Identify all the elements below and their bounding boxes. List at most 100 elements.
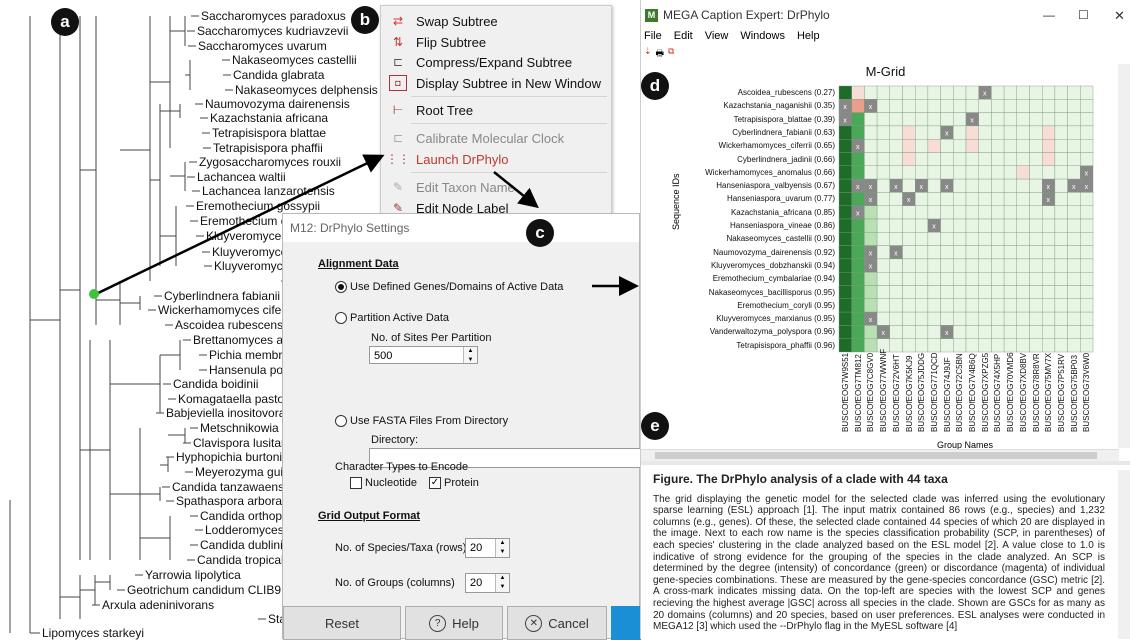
grid-cell[interactable]: [1054, 298, 1068, 313]
grid-cell[interactable]: [1016, 298, 1030, 313]
grid-cell[interactable]: [864, 138, 878, 153]
grid-cell[interactable]: [965, 232, 979, 246]
grid-cell[interactable]: [927, 311, 941, 326]
grid-cell[interactable]: [838, 298, 852, 313]
grid-cell[interactable]: [1054, 272, 1068, 286]
taxon-label[interactable]: Arxula adeninivorans: [102, 598, 214, 612]
grid-cell[interactable]: [889, 218, 903, 233]
grid-cell[interactable]: [876, 178, 891, 193]
grid-cell[interactable]: [927, 178, 941, 193]
grid-cell[interactable]: [876, 99, 891, 113]
menu-item-calibrate-clock[interactable]: ⊏ Calibrate Molecular Clock: [381, 128, 611, 148]
grid-cell[interactable]: [1080, 205, 1094, 220]
grid-cell[interactable]: [1042, 205, 1056, 220]
grid-cell[interactable]: [1003, 218, 1018, 233]
grid-cell[interactable]: [902, 325, 916, 339]
taxon-label[interactable]: Yarrowia lipolytica: [145, 568, 241, 582]
grid-cell[interactable]: [927, 258, 941, 273]
grid-cell[interactable]: [1029, 285, 1043, 300]
grid-cell[interactable]: [1067, 285, 1081, 300]
grid-cell[interactable]: [1080, 232, 1094, 246]
grid-cell[interactable]: [889, 85, 903, 100]
taxon-label[interactable]: Tetrapisispora phaffii: [213, 141, 323, 155]
grid-cell[interactable]: [889, 152, 903, 167]
grid-cell[interactable]: [1003, 325, 1018, 339]
grid-cell[interactable]: [991, 285, 1005, 300]
grid-cell[interactable]: [902, 338, 916, 353]
grid-cell[interactable]: [902, 285, 916, 300]
grid-cell[interactable]: [864, 325, 878, 339]
grid-cell[interactable]: [902, 99, 916, 113]
grid-cell[interactable]: [889, 272, 903, 286]
grid-cell[interactable]: [902, 218, 916, 233]
grid-cell[interactable]: [940, 298, 954, 313]
horizontal-scrollbar[interactable]: [641, 449, 1119, 461]
grid-cell[interactable]: [1029, 298, 1043, 313]
grid-cell[interactable]: [991, 325, 1005, 339]
caption-scrollbar[interactable]: [1118, 470, 1130, 639]
grid-cell[interactable]: [876, 125, 891, 140]
grid-cell[interactable]: [978, 99, 992, 113]
grid-cell[interactable]: [1067, 272, 1081, 286]
grid-cell[interactable]: [965, 125, 979, 140]
grid-cell[interactable]: [889, 258, 903, 273]
grid-cell[interactable]: [864, 152, 878, 167]
grid-cell[interactable]: [1054, 245, 1068, 260]
grid-cell[interactable]: [851, 152, 865, 167]
grid-cell[interactable]: [1003, 285, 1018, 300]
grid-cell[interactable]: [991, 192, 1005, 206]
grid-cell[interactable]: [915, 99, 929, 113]
grid-cell[interactable]: [838, 138, 852, 153]
grid-cell[interactable]: [915, 85, 929, 100]
grid-cell[interactable]: [902, 112, 916, 127]
grid-cell[interactable]: [1003, 298, 1018, 313]
grid-cell[interactable]: [1054, 125, 1068, 140]
grid-cell[interactable]: [838, 245, 852, 260]
menu-item-swap-subtree[interactable]: ⇄ Swap Subtree: [381, 11, 611, 31]
grid-cell[interactable]: [940, 152, 954, 167]
grid-cell[interactable]: [978, 311, 992, 326]
grid-cell[interactable]: [991, 125, 1005, 140]
grid-cell[interactable]: [991, 85, 1005, 100]
grid-cell[interactable]: [940, 285, 954, 300]
grid-cell[interactable]: [838, 272, 852, 286]
grid-cell[interactable]: [927, 99, 941, 113]
grid-cell[interactable]: [915, 311, 929, 326]
grid-cell[interactable]: [851, 258, 865, 273]
grid-cell[interactable]: [1067, 232, 1081, 246]
grid-cell[interactable]: [838, 258, 852, 273]
menu-item-flip-subtree[interactable]: ⇅ Flip Subtree: [381, 32, 611, 52]
grid-cell[interactable]: [1080, 245, 1094, 260]
grid-cell[interactable]: [902, 258, 916, 273]
grid-cell[interactable]: [1029, 178, 1043, 193]
taxon-label[interactable]: Hyphopichia burtonii: [176, 450, 285, 464]
grid-cell[interactable]: [953, 205, 967, 220]
cols-input[interactable]: 20 ▲ ▼: [465, 573, 510, 593]
grid-cell[interactable]: [953, 192, 967, 206]
grid-cell[interactable]: [1003, 311, 1018, 326]
grid-cell[interactable]: [1003, 245, 1018, 260]
grid-cell[interactable]: [1042, 285, 1056, 300]
grid-cell[interactable]: [965, 258, 979, 273]
grid-cell[interactable]: [876, 205, 891, 220]
grid-cell[interactable]: [851, 165, 865, 180]
grid-cell[interactable]: [1029, 138, 1043, 153]
grid-scrollbar[interactable]: [1118, 64, 1130, 448]
grid-cell[interactable]: [978, 325, 992, 339]
grid-cell[interactable]: [838, 178, 852, 193]
grid-cell[interactable]: [1016, 85, 1030, 100]
grid-cell[interactable]: [1042, 218, 1056, 233]
grid-cell[interactable]: [915, 298, 929, 313]
taxon-label[interactable]: Spathaspora arbora: [176, 494, 282, 508]
grid-cell[interactable]: [1042, 152, 1056, 167]
grid-cell[interactable]: [1016, 258, 1030, 273]
grid-cell[interactable]: [864, 298, 878, 313]
grid-cell[interactable]: [876, 165, 891, 180]
grid-cell[interactable]: [864, 218, 878, 233]
grid-cell[interactable]: [953, 85, 967, 100]
grid-cell[interactable]: [1054, 205, 1068, 220]
grid-cell[interactable]: [864, 165, 878, 180]
grid-cell[interactable]: [1067, 218, 1081, 233]
grid-cell[interactable]: [851, 311, 865, 326]
grid-cell[interactable]: [851, 245, 865, 260]
